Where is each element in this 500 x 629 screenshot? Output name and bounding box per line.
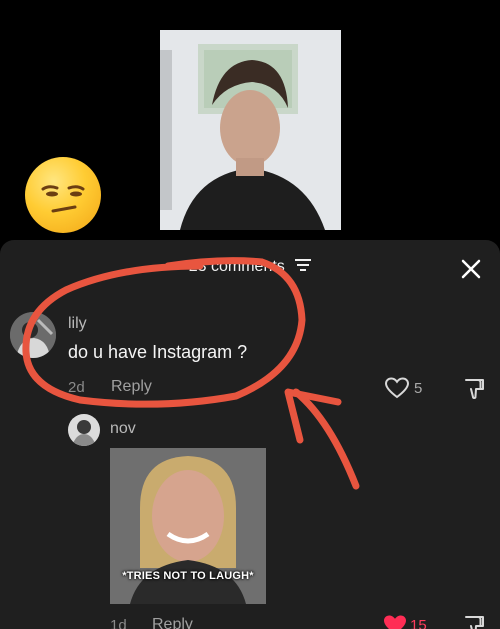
comments-sheet: 23 comments lily do u have Instagram ? 2…: [0, 240, 500, 629]
thumbs-down-icon[interactable]: [462, 377, 486, 406]
reply-image[interactable]: *TRIES NOT TO LAUGH*: [110, 448, 266, 604]
reply-timestamp: 1d: [110, 617, 127, 629]
reply-username[interactable]: nov: [110, 420, 136, 438]
video-background: [0, 0, 500, 240]
video-portrait-image: [160, 30, 341, 230]
video-thumbnail[interactable]: [160, 30, 341, 230]
image-caption: *TRIES NOT TO LAUGH*: [122, 570, 254, 582]
unamused-face-emoji-icon: [25, 157, 101, 233]
reply-button[interactable]: Reply: [111, 378, 152, 396]
reply-button[interactable]: Reply: [152, 616, 193, 629]
comments-header: 23 comments: [0, 258, 500, 276]
close-icon[interactable]: [460, 258, 482, 280]
avatar[interactable]: [68, 414, 100, 446]
avatar[interactable]: [10, 312, 56, 358]
heart-filled-icon[interactable]: [383, 614, 407, 629]
like-count: 5: [414, 380, 423, 397]
filter-icon[interactable]: [295, 258, 312, 276]
comment-count-label: 23 comments: [188, 258, 285, 276]
heart-icon[interactable]: [384, 377, 410, 404]
thumbs-down-icon[interactable]: [462, 614, 486, 629]
comment-timestamp: 2d: [68, 379, 85, 396]
comment-text: do u have Instagram ?: [68, 342, 248, 362]
comment-username[interactable]: lily: [68, 315, 87, 333]
like-count: 15: [410, 617, 427, 629]
